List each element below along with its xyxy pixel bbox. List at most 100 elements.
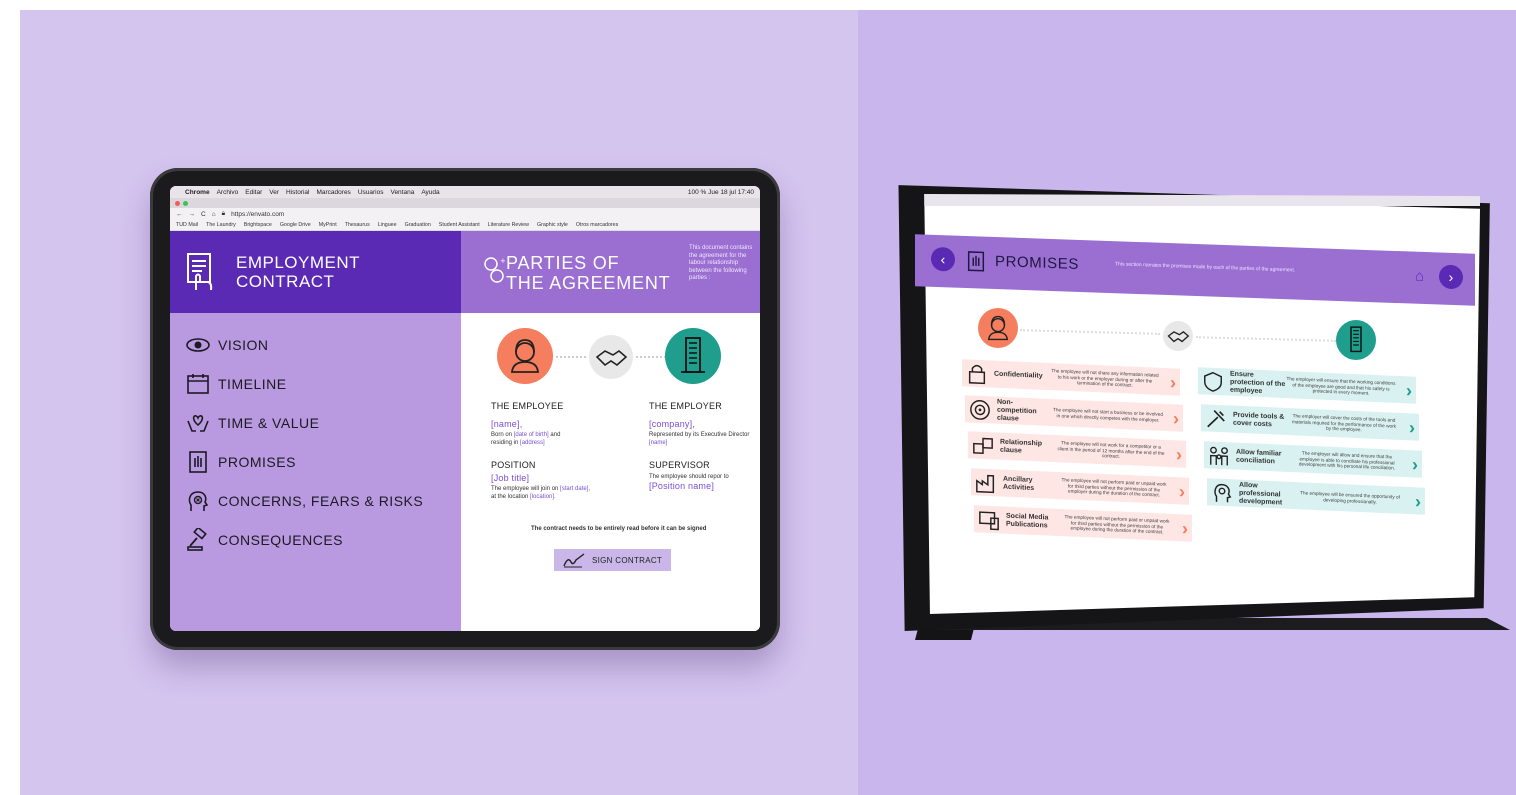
raised-hand-icon bbox=[189, 451, 207, 473]
promise-text: The employee will not start a business o… bbox=[1053, 407, 1163, 423]
menu-item-consequences[interactable]: CONSEQUENCES bbox=[186, 528, 343, 552]
start-date: [start date], bbox=[560, 486, 591, 492]
location-text: at the location bbox=[491, 494, 529, 500]
promise-title: Ancillary Activities bbox=[1003, 475, 1035, 492]
worried-head-icon bbox=[188, 491, 209, 511]
bookmark-item[interactable]: Google Drive bbox=[280, 222, 311, 228]
menu-app[interactable]: Chrome bbox=[185, 189, 210, 196]
bookmark-item[interactable]: Thesaurus bbox=[345, 222, 370, 228]
menu-item-timeline[interactable]: TIMELINE bbox=[186, 372, 287, 396]
mockup-stage: Chrome Archivo Editar Ver Historial Marc… bbox=[0, 0, 1516, 795]
raised-hand-icon bbox=[967, 251, 985, 272]
menu-usuarios[interactable]: Usuarios bbox=[358, 189, 384, 196]
bookmark-item[interactable]: Linguee bbox=[378, 222, 397, 228]
bookmark-item[interactable]: MyPrint bbox=[319, 222, 337, 228]
tablet-left: Chrome Archivo Editar Ver Historial Marc… bbox=[150, 168, 780, 650]
chevron-right-icon[interactable]: › bbox=[1412, 454, 1422, 474]
bookmark-item[interactable]: Literature Review bbox=[488, 222, 529, 228]
born-prefix: Born on bbox=[491, 432, 513, 438]
home-icon[interactable]: ⌂ bbox=[1415, 268, 1424, 285]
sign-contract-button[interactable]: SIGN CONTRACT bbox=[554, 549, 671, 571]
eye-icon bbox=[186, 338, 210, 352]
chevron-right-icon[interactable]: › bbox=[1170, 372, 1180, 392]
chevron-right-icon[interactable]: › bbox=[1406, 380, 1416, 400]
app-title: EMPLOYMENT CONTRACT bbox=[236, 253, 360, 291]
svg-text:+: + bbox=[500, 257, 505, 265]
reload-icon[interactable]: C bbox=[201, 211, 206, 218]
close-window-icon[interactable] bbox=[175, 200, 180, 206]
gavel-icon bbox=[187, 528, 207, 551]
bookmark-item[interactable]: The Laundry bbox=[206, 222, 236, 228]
prev-arrow-icon[interactable]: ‹ bbox=[931, 246, 955, 272]
menu-item-label: CONSEQUENCES bbox=[218, 532, 344, 548]
devices-icon bbox=[979, 510, 999, 530]
bookmark-item[interactable]: Otros marcadores bbox=[576, 222, 618, 228]
bookmark-item[interactable]: Brightspace bbox=[244, 222, 272, 228]
chevron-right-icon[interactable]: › bbox=[1409, 417, 1419, 437]
promise-title: Provide tools & cover costs bbox=[1233, 411, 1285, 428]
chevron-right-icon[interactable]: › bbox=[1176, 444, 1186, 464]
menu-item-label: TIME & VALUE bbox=[218, 415, 320, 431]
employee-heading: THE EMPLOYEE bbox=[491, 401, 564, 411]
bookmark-item[interactable]: Graduation bbox=[405, 222, 431, 228]
menu-item-promises[interactable]: PROMISES bbox=[186, 450, 296, 474]
sign-contract-label: SIGN CONTRACT bbox=[592, 555, 663, 565]
menu-item-time-value[interactable]: TIME & VALUE bbox=[186, 411, 319, 435]
rep-text: Represented by its Executive Director bbox=[649, 432, 750, 438]
menu-editar[interactable]: Editar bbox=[245, 189, 262, 196]
promise-title: Confidentiality bbox=[994, 370, 1043, 380]
menu-item-vision[interactable]: VISION bbox=[186, 333, 268, 357]
calendar-icon bbox=[187, 374, 209, 394]
section-title-line1: PARTIES OF bbox=[506, 253, 620, 273]
home-icon[interactable]: ⌂ bbox=[212, 211, 216, 218]
promise-text: The employer will cover the costs of the… bbox=[1292, 413, 1396, 433]
address: [address] bbox=[520, 440, 545, 446]
join-text: The employee will join on bbox=[491, 486, 559, 492]
menu-archivo[interactable]: Archivo bbox=[217, 189, 239, 196]
app-title-line1: EMPLOYMENT bbox=[236, 253, 361, 272]
handshake-icon bbox=[595, 349, 628, 367]
employer-rep: Represented by its Executive Director [n… bbox=[649, 431, 760, 447]
employee-birth: Born on [date of birth] and residing in … bbox=[491, 431, 611, 447]
back-arrow-icon[interactable]: ← bbox=[176, 211, 183, 218]
promises-title: PROMISES bbox=[995, 253, 1079, 273]
chevron-right-icon[interactable]: › bbox=[1173, 408, 1183, 428]
promise-text: The employer will allow and ensure that … bbox=[1298, 450, 1396, 471]
padlock-icon bbox=[968, 364, 986, 384]
section-header: + PARTIES OF THE AGREEMENT This document… bbox=[461, 231, 760, 313]
factory-icon bbox=[976, 474, 995, 493]
promise-title: Social Media Publications bbox=[1006, 512, 1049, 529]
company-name: [company], bbox=[649, 419, 696, 429]
url-text[interactable]: https://envato.com bbox=[231, 211, 284, 218]
parties-panel: THE EMPLOYEE [name], Born on [date of bi… bbox=[461, 313, 760, 631]
promise-title: Ensure protection of the employee bbox=[1230, 370, 1286, 395]
address-bar: ← → C ⌂ 🔒︎ https://envato.com bbox=[170, 208, 760, 220]
promises-description: This section narrates the promises made … bbox=[1115, 261, 1296, 274]
window-controls bbox=[170, 198, 760, 208]
menu-item-concerns[interactable]: CONCERNS, FEARS & RISKS bbox=[186, 489, 423, 513]
chevron-right-icon[interactable]: › bbox=[1179, 481, 1189, 501]
and-text: and bbox=[550, 432, 561, 438]
contract-hand-icon bbox=[187, 253, 213, 291]
job-title: [Job title] bbox=[491, 473, 530, 483]
lock-icon: 🔒︎ bbox=[221, 210, 226, 217]
bookmark-item[interactable]: Graphic style bbox=[537, 222, 568, 228]
menu-historial[interactable]: Historial bbox=[286, 189, 309, 196]
menu-ayuda[interactable]: Ayuda bbox=[421, 189, 439, 196]
signature-pen-icon bbox=[563, 553, 585, 568]
director-name: [name] bbox=[649, 440, 668, 446]
tablet-left-screen: Chrome Archivo Editar Ver Historial Marc… bbox=[170, 186, 760, 631]
promise-title: Allow familiar conciliation bbox=[1236, 448, 1282, 465]
section-title: PARTIES OF THE AGREEMENT bbox=[506, 253, 670, 293]
chevron-right-icon[interactable]: › bbox=[1182, 518, 1192, 538]
chevron-right-icon[interactable]: › bbox=[1415, 491, 1425, 511]
next-arrow-icon[interactable]: › bbox=[1439, 264, 1463, 290]
menu-marcadores[interactable]: Marcadores bbox=[316, 189, 350, 196]
menu-ventana[interactable]: Ventana bbox=[390, 189, 414, 196]
bookmark-item[interactable]: Student Assistant bbox=[439, 222, 480, 228]
forward-arrow-icon[interactable]: → bbox=[189, 211, 196, 218]
menu-ver[interactable]: Ver bbox=[269, 189, 279, 196]
section-title-line2: THE AGREEMENT bbox=[506, 273, 671, 293]
maximize-window-icon[interactable] bbox=[183, 200, 188, 206]
bookmark-item[interactable]: TUD Mail bbox=[176, 222, 198, 228]
